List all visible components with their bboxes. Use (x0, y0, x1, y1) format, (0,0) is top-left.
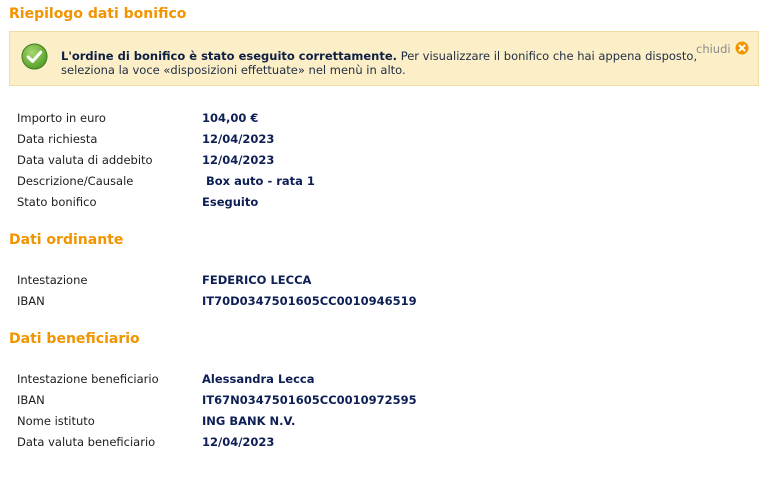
row-label: IBAN (17, 393, 45, 407)
row-value: IT67N0347501605CC0010972595 (202, 393, 417, 407)
row-value: 12/04/2023 (202, 153, 275, 167)
row-value: ING BANK N.V. (202, 414, 296, 428)
row-value: Box auto - rata 1 (202, 174, 315, 188)
close-circle-icon[interactable] (735, 41, 749, 55)
row-importo: Importo in euro 104,00 € (17, 110, 617, 126)
check-circle-icon (21, 43, 48, 70)
row-label: Intestazione (17, 273, 88, 287)
row-label: Stato bonifico (17, 195, 97, 209)
row-label: Nome istituto (17, 414, 95, 428)
row-data-richiesta: Data richiesta 12/04/2023 (17, 131, 617, 147)
success-notice: L'ordine di bonifico è stato eseguito co… (9, 31, 759, 86)
row-value: 12/04/2023 (202, 435, 275, 449)
row-label: Descrizione/Causale (17, 174, 134, 188)
row-iban-ordinante: IBAN IT70D0347501605CC0010946519 (17, 293, 617, 309)
row-descrizione: Descrizione/Causale Box auto - rata 1 (17, 173, 617, 189)
section-title-ordinante: Dati ordinante (9, 232, 124, 248)
row-label: IBAN (17, 294, 45, 308)
row-value: 104,00 € (202, 111, 259, 125)
row-intestazione-beneficiario: Intestazione beneficiario Alessandra Lec… (17, 371, 617, 387)
row-nome-istituto: Nome istituto ING BANK N.V. (17, 413, 617, 429)
row-value: Eseguito (202, 195, 259, 209)
row-data-valuta-addebito: Data valuta di addebito 12/04/2023 (17, 152, 617, 168)
row-label: Data valuta beneficiario (17, 435, 156, 449)
row-label: Data richiesta (17, 132, 98, 146)
close-notice-link[interactable]: chiudi (696, 42, 731, 56)
row-value: Alessandra Lecca (202, 372, 315, 386)
row-value: IT70D0347501605CC0010946519 (202, 294, 417, 308)
row-label: Intestazione beneficiario (17, 372, 159, 386)
section-title-beneficiario: Dati beneficiario (9, 331, 140, 347)
row-stato: Stato bonifico Eseguito (17, 194, 617, 210)
notice-message: L'ordine di bonifico è stato eseguito co… (61, 49, 701, 77)
row-label: Data valuta di addebito (17, 153, 153, 167)
row-label: Importo in euro (17, 111, 106, 125)
row-value: FEDERICO LECCA (202, 273, 312, 287)
page-title: Riepilogo dati bonifico (9, 6, 187, 22)
notice-message-line2: seleziona la voce «disposizioni effettua… (61, 63, 406, 77)
row-iban-beneficiario: IBAN IT67N0347501605CC0010972595 (17, 392, 617, 408)
notice-message-line1: Per visualizzare il bonifico che hai app… (397, 49, 698, 63)
row-data-valuta-beneficiario: Data valuta beneficiario 12/04/2023 (17, 434, 617, 450)
row-intestazione: Intestazione FEDERICO LECCA (17, 272, 617, 288)
row-value: 12/04/2023 (202, 132, 275, 146)
notice-message-bold: L'ordine di bonifico è stato eseguito co… (61, 49, 398, 63)
